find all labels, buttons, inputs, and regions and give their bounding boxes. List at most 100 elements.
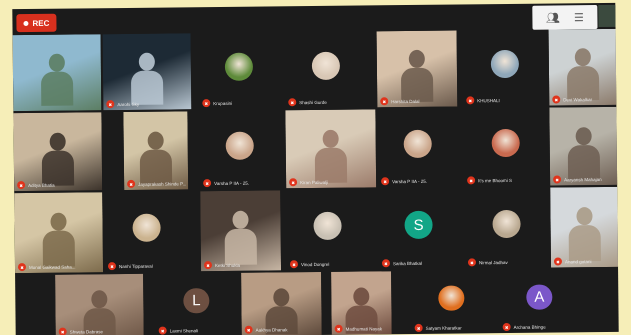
participant-video [123, 111, 189, 191]
participant-tile[interactable]: ✖ Kiran Paliwalji [285, 109, 377, 189]
self-preview[interactable] [598, 4, 619, 28]
participant-tile[interactable]: ✖ KHUSHALI [463, 30, 548, 107]
person-silhouette [574, 48, 591, 67]
participant-name-label: ✖ Varsha P IIA - 25. [381, 177, 427, 186]
participant-name-label: ✖ Sarika Bhatkal [381, 259, 423, 268]
participant-tile[interactable]: ✖ Aditya Bhatia [13, 112, 103, 192]
participant-name-label: ✖ KHUSHALI [466, 96, 500, 105]
person-silhouette [138, 52, 155, 71]
participant-tile[interactable]: ✖ Nirmal Jadhav [464, 188, 549, 269]
mic-muted-icon: ✖ [17, 181, 26, 190]
participant-video [14, 192, 104, 274]
participant-tile[interactable]: ✖ Harshita Dalal [376, 30, 458, 108]
participant-tile[interactable]: ✖ Varsha P IIA - 25. [199, 110, 280, 189]
participant-tile[interactable]: ✖ Vinod Dongrel [286, 189, 369, 270]
video-grid: REC 👥︎ ☰ ✖ Aarohi Sky ✖ Krupasini ✖ Shashi Gu… [12, 2, 619, 335]
avatar [225, 131, 254, 160]
participant-name: Satyam Kharatkar [425, 324, 462, 331]
person-silhouette [575, 126, 592, 145]
participant-tile[interactable]: ✖ Satyam Kharatkar [411, 270, 492, 334]
participant-tile[interactable]: L ✖ Laxmi Shenali [155, 273, 238, 335]
participant-tile[interactable]: ✖ Anand gotani [550, 186, 619, 268]
person-silhouette [353, 287, 370, 306]
participant-name-label: ✖ Madhumati Nayak [334, 324, 382, 333]
participant-name-label: ✖ Satyam Kharatkar [414, 323, 462, 332]
record-dot-icon [23, 20, 29, 26]
participant-name: Varsha P IIA - 25. [392, 178, 427, 184]
participant-video [12, 34, 102, 112]
participant-tile[interactable]: ✖ Varsha P IIA - 25. [377, 109, 458, 188]
participant-tile[interactable]: S ✖ Sarika Bhatkal [378, 189, 459, 270]
person-body [568, 225, 601, 262]
mic-muted-icon: ✖ [381, 177, 390, 186]
mic-muted-icon: ✖ [553, 257, 563, 266]
participant-tile[interactable]: ✖ Ketki Shukla [200, 190, 282, 272]
mic-muted-icon: ✖ [466, 96, 475, 105]
participant-tile[interactable]: ✖ Devi Wakalkar [548, 28, 618, 106]
participant-name: KHUSHALI [477, 97, 500, 103]
participant-name: Shashi Gurde [299, 99, 327, 105]
mic-muted-icon: ✖ [552, 95, 561, 104]
participant-name: Aarohi Sky [117, 101, 140, 107]
person-body [42, 230, 75, 267]
participant-tile[interactable]: ✖ Aarohi Sky [102, 33, 192, 111]
participant-video [13, 112, 103, 192]
participant-name-label: ✖ Archana Bhinge [502, 322, 546, 332]
mic-muted-icon: ✖ [553, 175, 562, 184]
mic-muted-icon: ✖ [467, 258, 477, 267]
participant-video [548, 28, 618, 106]
participant-name: Sarika Bhatkal [392, 260, 423, 266]
participant-tile[interactable]: ✖ It's me Bhoomi S [463, 108, 548, 187]
participant-tile[interactable]: A ✖ Archana Bhinge [499, 269, 580, 333]
avatar [491, 128, 520, 158]
avatar: S [404, 210, 433, 240]
participant-tile[interactable]: ✖ Aaryansh Mahajan [549, 106, 619, 186]
participant-tile[interactable] [12, 34, 102, 112]
participant-name-label: ✖ Shashi Gurde [288, 98, 327, 107]
participant-name-label: ✖ Jayaprakash Shinde P... [127, 179, 186, 188]
participant-tile[interactable]: ✖ Shweta Dabrase [55, 273, 144, 335]
participant-tile[interactable]: ✖ Krupasini [199, 32, 280, 109]
participant-name: Vinod Dongrel [300, 261, 330, 267]
participant-tile[interactable]: ✖ Monal Gaikwad Saha... [14, 192, 104, 274]
participant-name: Laxmi Shenali [169, 327, 198, 334]
recording-label: REC [32, 18, 50, 28]
participant-tile[interactable]: ✖ Aakhya Dhanak [241, 271, 322, 335]
participant-tile[interactable]: ✖ Jayaprakash Shinde P... [123, 111, 189, 191]
avatar [490, 49, 520, 79]
participant-video [55, 273, 144, 335]
participant-name-label: ✖ Kiran Paliwalji [289, 178, 328, 187]
avatar: L [183, 288, 210, 314]
participant-name-label: ✖ Krupasini [202, 99, 232, 108]
mic-muted-icon: ✖ [203, 261, 213, 270]
participant-name-label: ✖ Devi Wakalkar [552, 95, 592, 104]
participant-name-label: ✖ Nanhi Tipparaval [107, 262, 153, 271]
participant-video [376, 30, 458, 108]
participant-tile[interactable]: ✖ Nanhi Tipparaval [104, 191, 189, 272]
person-body [40, 71, 74, 107]
mic-muted-icon: ✖ [380, 97, 389, 106]
participant-video [550, 186, 619, 268]
people-icon[interactable]: 👥︎ [546, 11, 560, 24]
participant-name-label: ✖ Monal Gaikwad Saha... [17, 263, 76, 272]
participant-name-label: ✖ Laxmi Shenali [158, 326, 198, 335]
mic-muted-icon: ✖ [467, 176, 476, 185]
participant-name: Aaryansh Mahajan [564, 176, 602, 182]
person-silhouette [50, 212, 67, 231]
mic-muted-icon: ✖ [414, 323, 423, 332]
mic-muted-icon: ✖ [127, 179, 136, 188]
participant-name-label: ✖ Aditya Bhatia [17, 181, 55, 190]
avatar [438, 285, 465, 311]
participant-name-label: ✖ Harshita Dalal [380, 97, 420, 106]
mic-muted-icon: ✖ [17, 263, 27, 272]
person-silhouette [48, 53, 65, 72]
participant-name-label: ✖ Aakhya Dhanak [244, 325, 288, 334]
participant-tile[interactable]: ✖ Madhumati Nayak [331, 271, 392, 335]
participant-name: Aditya Bhatia [28, 182, 55, 188]
participant-video [549, 106, 619, 186]
participant-name-label: ✖ Aaryansh Mahajan [553, 175, 602, 184]
chat-icon[interactable]: ☰ [574, 11, 584, 24]
participant-tile[interactable]: ✖ Shashi Gurde [285, 31, 368, 108]
toolbar-pill[interactable]: 👥︎ ☰ [532, 5, 598, 30]
avatar [492, 209, 521, 239]
